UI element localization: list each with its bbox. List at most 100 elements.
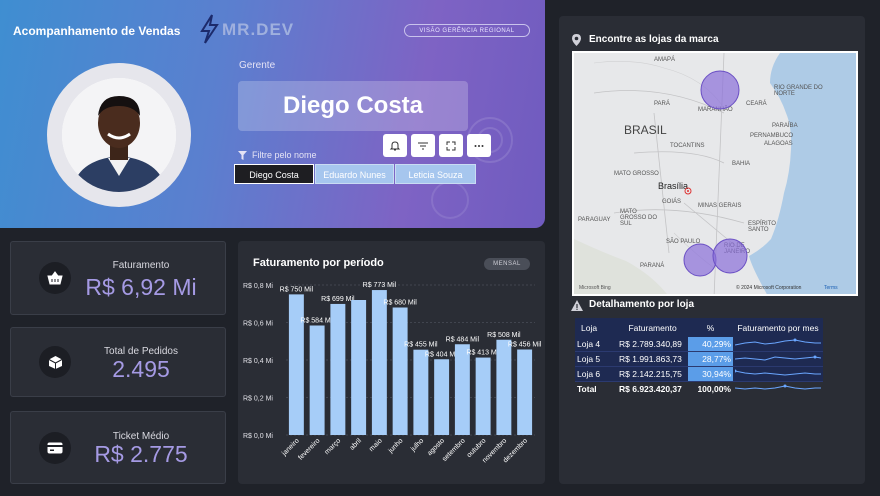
table-row[interactable]: Loja 4 R$ 2.789.340,89 40,29% [575, 337, 823, 352]
chart-title: Faturamento por período [253, 257, 384, 269]
bar [330, 303, 346, 435]
kpi-card-pedidos: Total de Pedidos 2.495 [10, 327, 226, 397]
x-tick-label: julho [409, 437, 425, 453]
y-tick-label: R$ 0,4 Mi [243, 358, 273, 365]
sparkline [733, 366, 823, 382]
funnel-icon [238, 151, 247, 160]
bar [475, 357, 491, 435]
x-tick-label: abril [349, 437, 364, 452]
bar [309, 325, 325, 435]
kpi-card-faturamento: Faturamento R$ 6,92 Mi [10, 241, 226, 315]
store-pct: 30,94% [688, 366, 733, 382]
kpi-value: R$ 2.775 [94, 441, 188, 467]
bolt-logo-icon [200, 14, 219, 44]
column-header[interactable]: Faturamento [617, 318, 689, 337]
avatar [62, 78, 176, 192]
data-label: R$ 456 Mil [508, 342, 542, 349]
store-revenue: R$ 1.991.863,73 [617, 351, 689, 367]
filter-label: Filtre pelo nome [252, 150, 317, 160]
data-label: R$ 584 Mil [300, 318, 334, 325]
total-label: Total [577, 384, 597, 394]
detail-title: Detalhamento por loja [589, 299, 695, 310]
bar [371, 290, 387, 435]
store-pct: 28,77% [688, 351, 733, 367]
store-name: Loja 4 [575, 337, 618, 352]
bar [413, 349, 429, 435]
data-label: R$ 699 Mil [321, 296, 355, 303]
page-title: Acompanhamento de Vendas [13, 24, 181, 38]
column-header[interactable]: % [688, 318, 733, 337]
y-tick-label: R$ 0,6 Mi [243, 321, 273, 328]
manager-label: Gerente [239, 60, 276, 71]
slicer-item-leticia[interactable]: Leticia Souza [395, 164, 476, 184]
table-row[interactable]: Loja 6 R$ 2.142.215,75 30,94% [575, 366, 823, 382]
store-pct: 40,29% [688, 337, 733, 352]
view-badge: VISÃO GERÊNCIA REGIONAL [404, 24, 530, 37]
data-label: R$ 773 Mil [363, 282, 397, 289]
kpi-value: R$ 6,92 Mi [85, 274, 197, 300]
x-tick-label: setembro [441, 437, 467, 463]
store-name: Loja 5 [575, 351, 618, 367]
bar-chart: R$ 0,0 Mi R$ 0,2 Mi R$ 0,4 Mi R$ 0,6 Mi R$ 0… [243, 282, 542, 464]
kpi-value: 2.495 [112, 356, 170, 382]
y-tick-label: R$ 0,0 Mi [243, 433, 273, 440]
x-tick-label: agosto [426, 437, 446, 457]
slicer-item-eduardo[interactable]: Eduardo Nunes [315, 164, 394, 184]
data-label: R$ 455 Mil [404, 342, 438, 349]
bell-button[interactable] [383, 134, 407, 157]
kpi-card-ticket: Ticket Médio R$ 2.775 [10, 411, 226, 484]
column-header[interactable]: Faturamento por mes [733, 318, 823, 337]
bar [517, 349, 533, 435]
sparkline [733, 382, 823, 397]
data-label: R$ 508 Mil [487, 332, 521, 339]
warning-icon [571, 300, 583, 311]
column-header[interactable]: Loja [575, 318, 618, 337]
bell-icon [389, 140, 401, 150]
bar [434, 359, 450, 435]
data-label: R$ 680 Mil [383, 300, 417, 307]
data-label: R$ 750 Mil [280, 286, 314, 293]
detail-table: Loja Faturamento % Faturamento por mes L… [575, 318, 823, 396]
data-label: R$ 484 Mil [446, 336, 480, 343]
ellipsis-icon [474, 144, 484, 147]
expand-icon [446, 141, 456, 150]
sparkline [733, 351, 823, 367]
focus-mode-button[interactable] [439, 134, 463, 157]
store-marker-loja4 [700, 70, 740, 110]
store-marker-loja5 [683, 243, 717, 277]
table-total-row: Total R$ 6.923.420,37 100,00% [575, 382, 823, 397]
table-row[interactable]: Loja 5 R$ 1.991.863,73 28,77% [575, 351, 823, 367]
filter-lines-icon [418, 142, 428, 149]
y-tick-label: R$ 0,2 Mi [243, 396, 273, 403]
x-tick-label: março [324, 437, 343, 456]
store-markers [683, 70, 748, 277]
total-revenue: R$ 6.923.420,37 [619, 384, 682, 394]
manager-name: Diego Costa [238, 81, 468, 131]
kpi-label: Faturamento [112, 260, 170, 271]
x-tick-label: fevereiro [297, 437, 321, 461]
period-badge[interactable]: MENSAL [484, 258, 530, 270]
store-revenue: R$ 2.142.215,75 [617, 366, 689, 382]
y-tick-label: R$ 0,8 Mi [243, 283, 273, 290]
map-copyright: © 2024 Microsoft Corporation [736, 285, 802, 291]
x-tick-label: maio [368, 437, 384, 453]
bar [392, 307, 408, 435]
store-marker-loja6 [712, 238, 748, 274]
store-map[interactable]: AMAPÁ PARÁ MARANHÃO CEARÁ RIO GRANDE DO … [572, 51, 858, 296]
brand-logo: MR.DEV [222, 20, 295, 39]
store-name: Loja 6 [575, 366, 618, 382]
x-tick-label: junho [387, 437, 405, 455]
bar [351, 300, 367, 435]
filter-button[interactable] [411, 134, 435, 157]
store-revenue: R$ 2.789.340,89 [617, 337, 689, 352]
location-pin-icon [572, 34, 581, 46]
map-title: Encontre as lojas da marca [589, 34, 719, 45]
bar [496, 339, 512, 435]
bar [454, 344, 470, 435]
slicer-item-diego[interactable]: Diego Costa [234, 164, 314, 184]
map-terms-link[interactable]: Terms [824, 285, 838, 291]
bar [288, 294, 304, 435]
bing-logo: Microsoft Bing [579, 285, 611, 291]
more-options-button[interactable] [467, 134, 491, 157]
data-label: R$ 404 Mil [425, 351, 459, 358]
